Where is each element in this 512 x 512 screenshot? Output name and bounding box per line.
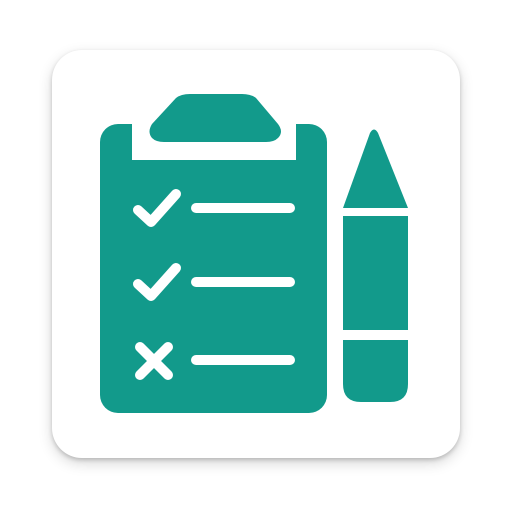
- pencil-body: [343, 216, 408, 330]
- icon-canvas: [0, 0, 512, 512]
- app-icon-tile[interactable]: [52, 50, 460, 458]
- clipboard-icon: [100, 94, 327, 413]
- pencil-end: [343, 340, 408, 402]
- pencil-tip: [343, 129, 408, 208]
- app-icon-graphic: [100, 94, 408, 413]
- pencil-icon: [343, 129, 408, 402]
